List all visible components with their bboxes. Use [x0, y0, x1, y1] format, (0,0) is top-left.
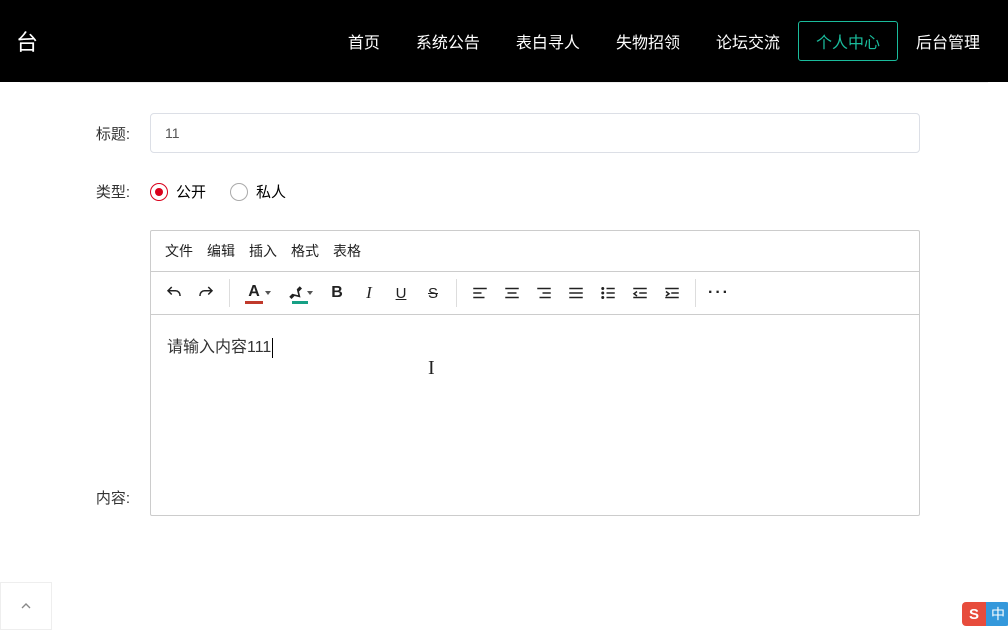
menu-insert[interactable]: 插入 — [249, 241, 277, 261]
align-left-button[interactable] — [465, 278, 495, 308]
editor-body[interactable]: 请输入内容111 — [151, 315, 919, 515]
bullet-list-button[interactable] — [593, 278, 623, 308]
top-navbar: 台 首页 系统公告 表白寻人 失物招领 论坛交流 个人中心 后台管理 — [0, 0, 1008, 82]
form-content: 标题: 类型: 公开 私人 内容: 文件 编辑 插入 格式 表格 — [20, 82, 988, 642]
radio-circle-icon — [230, 183, 248, 201]
ime-lang: 中 — [986, 602, 1008, 626]
ime-indicator[interactable]: S 中 — [962, 602, 1008, 626]
chevron-down-icon — [265, 291, 271, 295]
type-row: 类型: 公开 私人 — [70, 181, 938, 202]
title-input[interactable] — [150, 113, 920, 153]
radio-private[interactable]: 私人 — [230, 181, 286, 202]
chevron-down-icon — [307, 291, 313, 295]
highlight-color-button[interactable] — [280, 278, 320, 308]
align-center-button[interactable] — [497, 278, 527, 308]
italic-button[interactable]: I — [354, 278, 384, 308]
radio-private-label: 私人 — [256, 181, 286, 202]
redo-button[interactable] — [191, 278, 221, 308]
menu-edit[interactable]: 编辑 — [207, 241, 235, 261]
bold-button[interactable]: B — [322, 278, 352, 308]
indent-button[interactable] — [657, 278, 687, 308]
title-row: 标题: — [70, 113, 938, 153]
editor-content-text: 请输入内容111 — [167, 339, 271, 356]
text-cursor — [272, 338, 273, 358]
toolbar-separator — [456, 279, 457, 307]
type-label: 类型: — [70, 181, 130, 202]
title-label: 标题: — [70, 123, 130, 144]
radio-public-label: 公开 — [176, 181, 206, 202]
site-logo: 台 — [10, 25, 38, 57]
nav-personal-center[interactable]: 个人中心 — [798, 21, 898, 61]
nav-home[interactable]: 首页 — [330, 21, 398, 61]
rich-text-editor: 文件 编辑 插入 格式 表格 A B I U S — [150, 230, 920, 516]
menu-file[interactable]: 文件 — [165, 241, 193, 261]
outdent-button[interactable] — [625, 278, 655, 308]
type-radio-group: 公开 私人 — [150, 181, 286, 202]
undo-button[interactable] — [159, 278, 189, 308]
nav-items: 首页 系统公告 表白寻人 失物招领 论坛交流 个人中心 后台管理 — [330, 21, 998, 61]
more-button[interactable]: ··· — [704, 278, 734, 308]
underline-button[interactable]: U — [386, 278, 416, 308]
scroll-to-top-button[interactable] — [0, 582, 52, 630]
content-row: 内容: 文件 编辑 插入 格式 表格 A B I — [70, 230, 938, 516]
ime-brand-icon: S — [962, 602, 986, 626]
nav-announcements[interactable]: 系统公告 — [398, 21, 498, 61]
align-right-button[interactable] — [529, 278, 559, 308]
content-label: 内容: — [70, 487, 130, 508]
toolbar-separator — [229, 279, 230, 307]
menu-format[interactable]: 格式 — [291, 241, 319, 261]
nav-confessions[interactable]: 表白寻人 — [498, 21, 598, 61]
nav-forum[interactable]: 论坛交流 — [698, 21, 798, 61]
editor-toolbar: A B I U S — [151, 272, 919, 315]
nav-admin[interactable]: 后台管理 — [898, 21, 998, 61]
menu-table[interactable]: 表格 — [333, 241, 361, 261]
text-color-button[interactable]: A — [238, 278, 278, 308]
strikethrough-button[interactable]: S — [418, 278, 448, 308]
toolbar-separator — [695, 279, 696, 307]
editor-menubar: 文件 编辑 插入 格式 表格 — [151, 231, 919, 272]
chevron-up-icon — [18, 598, 34, 614]
align-justify-button[interactable] — [561, 278, 591, 308]
radio-public[interactable]: 公开 — [150, 181, 206, 202]
nav-lost-found[interactable]: 失物招领 — [598, 21, 698, 61]
radio-circle-icon — [150, 183, 168, 201]
